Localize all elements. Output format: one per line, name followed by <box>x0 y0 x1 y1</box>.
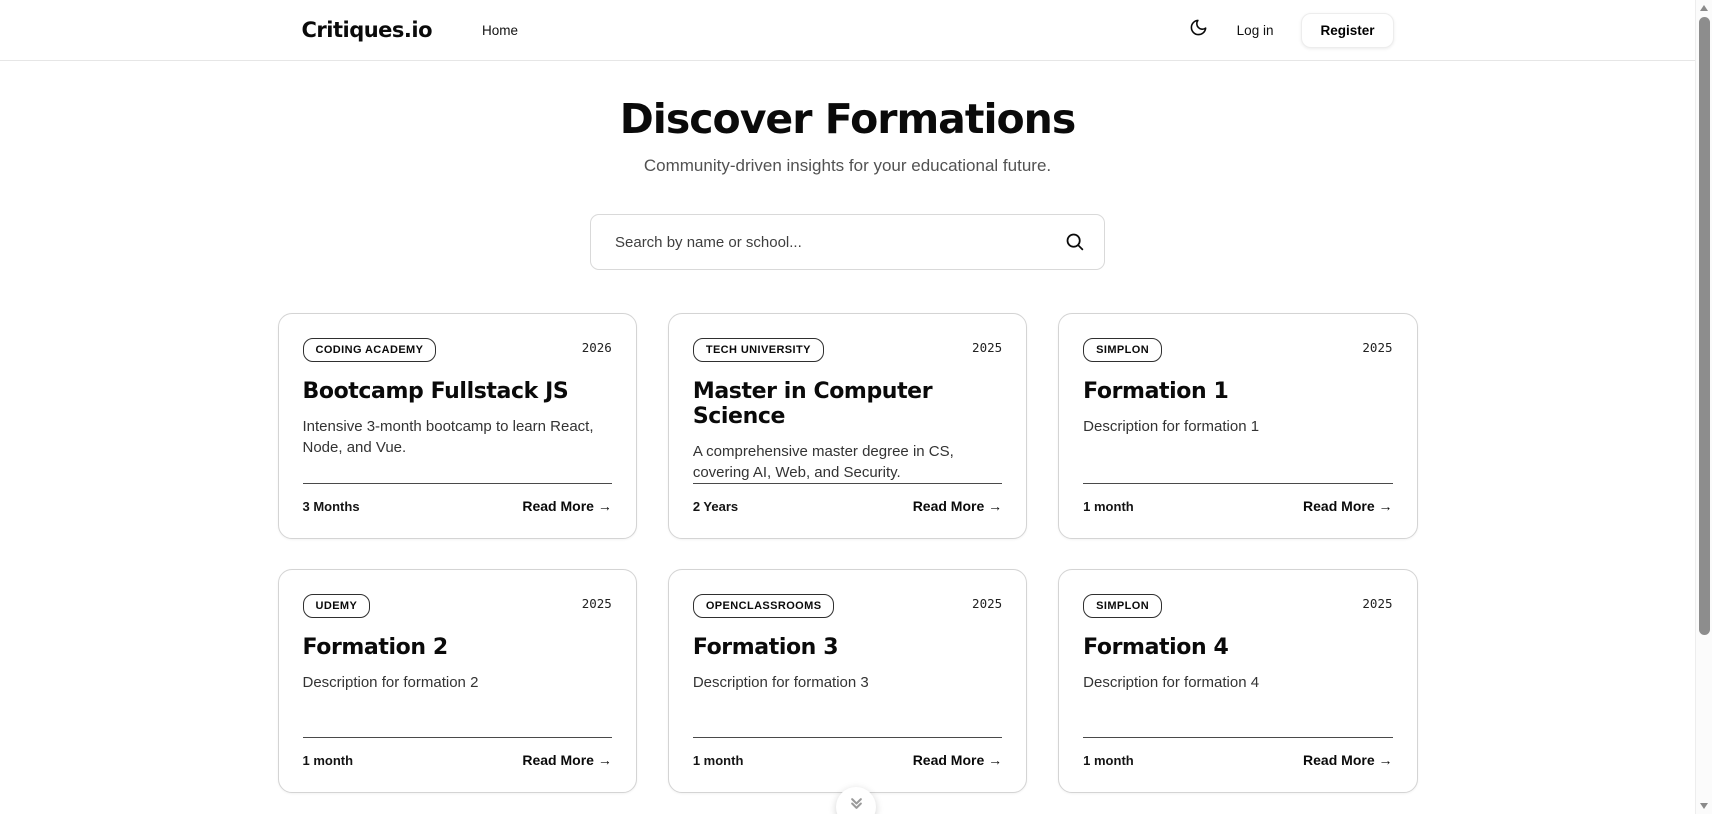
card-description: A comprehensive master degree in CS, cov… <box>692 443 954 481</box>
search-bar <box>590 214 1105 270</box>
card-description: Intensive 3-month bootcamp to learn Reac… <box>302 418 594 456</box>
card-duration: 1 month <box>1083 498 1134 514</box>
card-year: 2025 <box>581 596 612 611</box>
card-duration: 1 month <box>302 752 354 768</box>
card-footer: 3 Months Read More → <box>303 484 612 514</box>
formation-card: CODING ACADEMY 2026 Bootcamp Fullstack J… <box>277 313 637 539</box>
scrollbar-thumb[interactable] <box>1699 17 1710 635</box>
read-more-link[interactable]: Read More → <box>522 752 611 768</box>
card-title: Formation 3 <box>692 635 839 660</box>
card-title: Formation 1 <box>1083 379 1229 404</box>
card-year: 2025 <box>972 596 1003 611</box>
card-header: OPENCLASSROOMS 2025 <box>692 594 1003 618</box>
moon-icon <box>1189 18 1208 42</box>
formation-card: SIMPLON 2025 Formation 4 Description for… <box>1058 569 1418 793</box>
formation-card: SIMPLON 2025 Formation 1 Description for… <box>1058 313 1418 539</box>
read-more-link[interactable]: Read More → <box>522 498 611 514</box>
card-title: Formation 2 <box>302 635 449 660</box>
page: Critiques.io Home Log in Register Discov… <box>0 0 1695 814</box>
card-duration: 1 month <box>1083 752 1134 768</box>
header: Critiques.io Home Log in Register <box>0 0 1695 61</box>
school-badge: SIMPLON <box>1083 594 1163 618</box>
school-badge: SIMPLON <box>1083 338 1163 362</box>
card-footer: 1 month Read More → <box>303 738 612 768</box>
school-badge: OPENCLASSROOMS <box>692 594 835 618</box>
card-footer: 2 Years Read More → <box>693 484 1002 514</box>
search-icon[interactable] <box>1064 231 1085 257</box>
card-header: SIMPLON 2025 <box>1083 594 1393 618</box>
search-input[interactable] <box>590 214 1105 270</box>
scrollbar-down-arrow[interactable] <box>1700 803 1708 809</box>
scrollbar-track[interactable] <box>1695 0 1712 814</box>
card-year: 2025 <box>1362 596 1393 611</box>
card-header: TECH UNIVERSITY 2025 <box>692 338 1003 362</box>
card-header: UDEMY 2025 <box>302 594 612 618</box>
brand-logo[interactable]: Critiques.io <box>302 18 433 42</box>
header-right: Log in Register <box>1189 12 1394 48</box>
card-footer: 1 month Read More → <box>1083 738 1392 768</box>
card-description: Description for formation 2 <box>302 674 479 691</box>
scrollbar-up-arrow[interactable] <box>1700 5 1708 11</box>
card-header: CODING ACADEMY 2026 <box>302 338 612 362</box>
card-duration: 2 Years <box>692 498 739 514</box>
read-more-link[interactable]: Read More → <box>913 752 1002 768</box>
read-more-link[interactable]: Read More → <box>1303 498 1392 514</box>
card-footer: 1 month Read More → <box>1083 484 1392 514</box>
school-badge: CODING ACADEMY <box>302 338 437 362</box>
theme-toggle-button[interactable] <box>1189 18 1209 42</box>
formation-card: UDEMY 2025 Formation 2 Description for f… <box>277 569 637 793</box>
chevrons-down-icon <box>849 796 864 814</box>
card-year: 2025 <box>1362 340 1393 355</box>
card-description: Description for formation 1 <box>1083 418 1260 435</box>
school-badge: UDEMY <box>302 594 371 618</box>
card-year: 2026 <box>581 340 612 355</box>
cards-grid: CODING ACADEMY 2026 Bootcamp Fullstack J… <box>277 313 1418 814</box>
card-duration: 1 month <box>692 752 744 768</box>
read-more-link[interactable]: Read More → <box>913 498 1002 514</box>
hero-section: Discover Formations Community-driven ins… <box>0 95 1695 176</box>
page-title: Discover Formations <box>619 95 1077 143</box>
card-duration: 3 Months <box>302 498 360 514</box>
nav-home[interactable]: Home <box>482 23 518 38</box>
card-description: Description for formation 4 <box>1083 674 1260 691</box>
card-header: SIMPLON 2025 <box>1083 338 1393 362</box>
card-title: Master in Computer Science <box>692 379 933 429</box>
card-year: 2025 <box>972 340 1003 355</box>
formation-card: OPENCLASSROOMS 2025 Formation 3 Descript… <box>667 569 1028 793</box>
login-link[interactable]: Log in <box>1237 23 1274 38</box>
school-badge: TECH UNIVERSITY <box>692 338 824 362</box>
card-description: Description for formation 3 <box>692 674 869 691</box>
card-footer: 1 month Read More → <box>693 738 1002 768</box>
page-subtitle: Community-driven insights for your educa… <box>643 156 1052 175</box>
card-title: Formation 4 <box>1083 635 1229 660</box>
formation-card: TECH UNIVERSITY 2025 Master in Computer … <box>667 313 1028 539</box>
header-inner: Critiques.io Home Log in Register <box>278 0 1418 60</box>
read-more-link[interactable]: Read More → <box>1303 752 1392 768</box>
register-button[interactable]: Register <box>1301 12 1394 48</box>
card-title: Bootcamp Fullstack JS <box>302 379 569 404</box>
